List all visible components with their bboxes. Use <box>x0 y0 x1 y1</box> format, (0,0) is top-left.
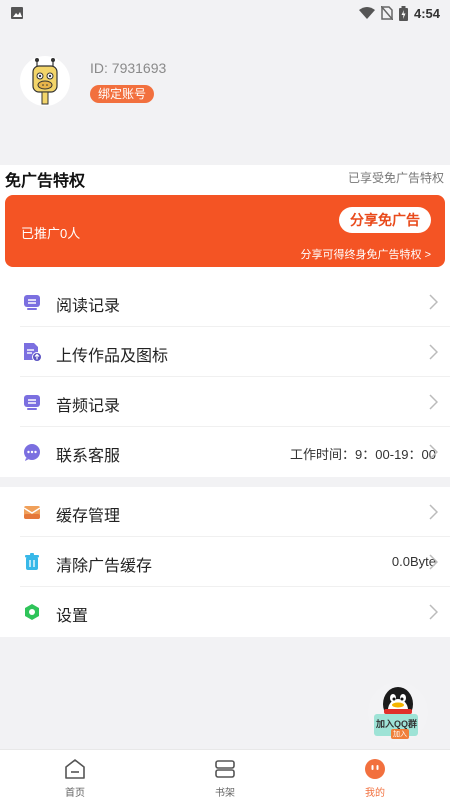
adfree-status: 已享受免广告特权 <box>347 171 444 185</box>
chevron-right-icon <box>429 294 438 310</box>
menu-item-clear-ad-cache[interactable]: 清除广告缓存 0.0Byte <box>20 537 450 587</box>
cache-box-icon <box>23 506 41 519</box>
chevron-right-icon <box>429 444 438 460</box>
menu-group-2: 缓存管理 清除广告缓存 0.0Byte 设置 <box>0 487 450 637</box>
profile-face-icon <box>365 759 385 779</box>
menu-group-1: 阅读记录 上传作品及图标 音频记录 联系客服 工作时间：9：00-19：00 <box>0 277 450 477</box>
menu-item-contact-service[interactable]: 联系客服 工作时间：9：00-19：00 <box>20 427 450 477</box>
tab-label: 首页 <box>65 788 85 799</box>
battery-icon <box>398 5 408 21</box>
gallery-notification-icon <box>11 7 23 19</box>
tab-home[interactable]: 首页 <box>0 750 150 800</box>
work-hours-text: 工作时间：9：00-19：00 <box>290 447 436 462</box>
trash-icon <box>25 553 39 570</box>
menu-item-settings[interactable]: 设置 <box>20 587 450 637</box>
tab-bookshelf[interactable]: 书架 <box>150 750 300 800</box>
share-note-link[interactable]: 分享可得终身免广告特权 > <box>301 246 431 262</box>
menu-label: 阅读记录 <box>56 298 121 315</box>
home-icon <box>65 759 85 779</box>
promoted-count: 已推广0人 <box>21 226 81 241</box>
upload-doc-icon <box>24 343 42 362</box>
bottom-tab-bar: 首页 书架 我的 <box>0 749 450 800</box>
status-bar: 4:54 <box>0 0 450 26</box>
chat-bubble-icon <box>24 444 40 461</box>
tab-mine[interactable]: 我的 <box>300 750 450 800</box>
menu-item-audio-record[interactable]: 音频记录 <box>20 377 450 427</box>
adfree-section: 免广告特权 已享受免广告特权 已推广0人 分享免广告 分享可得终身免广告特权 > <box>0 165 450 277</box>
audio-record-icon <box>24 395 40 410</box>
chevron-right-icon <box>429 344 438 360</box>
adfree-card[interactable]: 已推广0人 分享免广告 分享可得终身免广告特权 > <box>5 195 445 267</box>
adfree-title: 免广告特权 <box>5 173 86 190</box>
menu-item-reading-record[interactable]: 阅读记录 <box>20 277 450 327</box>
share-adfree-button[interactable]: 分享免广告 <box>339 207 431 233</box>
join-qq-group-button[interactable]: 加入QQ群 加入 <box>364 682 430 744</box>
menu-label: 设置 <box>56 608 89 625</box>
settings-icon <box>25 604 39 620</box>
qq-join-tag: 加入 <box>391 729 409 739</box>
status-time: 4:54 <box>413 5 440 21</box>
no-sim-icon <box>380 6 393 20</box>
chevron-right-icon <box>429 604 438 620</box>
reading-record-icon <box>24 295 40 310</box>
menu-label: 上传作品及图标 <box>56 348 169 365</box>
menu-item-cache-management[interactable]: 缓存管理 <box>20 487 450 537</box>
avatar[interactable] <box>20 56 70 106</box>
tab-label: 书架 <box>215 788 235 799</box>
menu-label: 联系客服 <box>56 448 121 465</box>
wifi-icon <box>358 6 375 19</box>
user-id: ID: 7931693 <box>90 60 167 76</box>
bind-account-button[interactable]: 绑定账号 <box>90 85 155 103</box>
menu-item-upload-works[interactable]: 上传作品及图标 <box>20 327 450 377</box>
chevron-right-icon <box>429 394 438 410</box>
chevron-right-icon <box>429 554 438 570</box>
menu-label: 缓存管理 <box>56 508 121 525</box>
profile-header: ID: 7931693 绑定账号 <box>0 26 450 166</box>
bookshelf-icon <box>215 760 235 778</box>
chevron-right-icon <box>429 504 438 520</box>
tab-label: 我的 <box>365 788 385 799</box>
menu-label: 清除广告缓存 <box>56 558 153 575</box>
giraffe-avatar-icon <box>32 58 58 105</box>
menu-label: 音频记录 <box>56 398 121 415</box>
